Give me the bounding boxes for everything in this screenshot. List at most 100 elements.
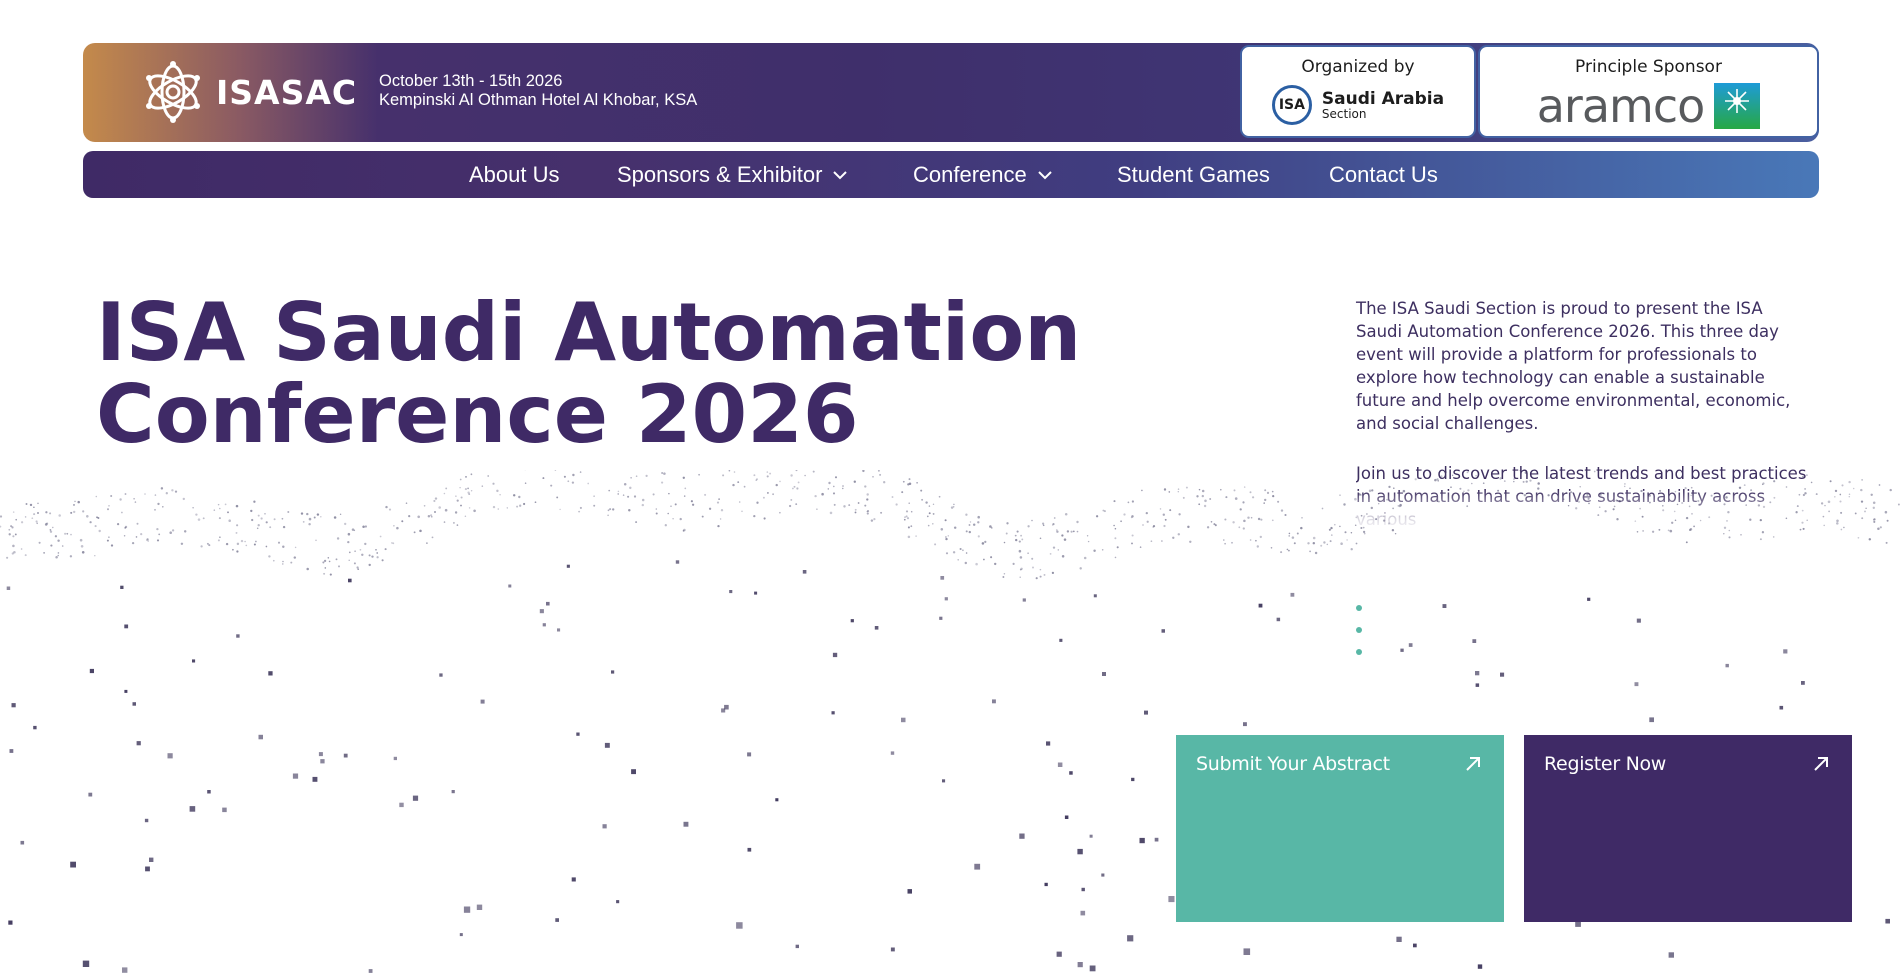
wave-dot — [1018, 540, 1021, 543]
wave-dot — [907, 526, 910, 529]
wave-dot — [604, 742, 610, 748]
wave-dot — [816, 508, 818, 510]
wave-dot — [879, 473, 882, 476]
wave-dot — [1272, 495, 1275, 498]
wave-dot — [831, 711, 835, 715]
wave-dot — [1828, 510, 1830, 513]
wave-dot — [1257, 517, 1261, 521]
wave-dot — [965, 552, 968, 554]
wave-dot — [932, 512, 935, 515]
intro-text: The ISA Saudi Section is proud to presen… — [1356, 297, 1812, 532]
wave-dot — [396, 526, 399, 530]
wave-dot — [1344, 531, 1347, 534]
wave-dot — [12, 544, 15, 548]
wave-dot — [327, 557, 330, 559]
wave-dot — [302, 521, 305, 523]
wave-dot — [348, 551, 351, 554]
wave-dot — [224, 503, 227, 506]
wave-dot — [926, 515, 929, 518]
wave-dot — [61, 545, 64, 547]
wave-dot — [1116, 546, 1119, 549]
wave-dot — [480, 699, 485, 704]
scroll-dot — [1356, 605, 1362, 611]
wave-dot — [964, 561, 968, 565]
nav-item-student-games[interactable]: Student Games — [1117, 151, 1270, 198]
wave-dot — [1247, 516, 1250, 519]
wave-dot — [77, 500, 80, 504]
wave-dot — [1201, 494, 1204, 498]
wave-dot — [953, 503, 955, 506]
wave-dot — [968, 530, 971, 534]
wave-dot — [1343, 503, 1346, 506]
wave-dot — [1886, 519, 1889, 522]
wave-dot — [1723, 533, 1725, 535]
wave-dot — [1046, 741, 1051, 746]
wave-dot — [795, 503, 798, 505]
wave-dot — [883, 481, 886, 484]
wave-dot — [1064, 815, 1069, 819]
wave-dot — [832, 492, 836, 495]
wave-dot — [907, 483, 910, 486]
wave-dot — [156, 539, 160, 542]
wave-dot — [870, 519, 874, 522]
wave-dot — [864, 485, 867, 488]
wave-dot — [672, 518, 674, 520]
wave-dot — [556, 496, 559, 499]
wave-dot — [1027, 525, 1030, 528]
wave-dot — [1032, 566, 1034, 569]
wave-dot — [73, 510, 76, 514]
nav-item-sponsors[interactable]: Sponsors & Exhibitor — [617, 151, 848, 198]
wave-dot — [452, 521, 455, 524]
site-logo[interactable]: ISASAC — [138, 57, 357, 127]
wave-dot — [1039, 575, 1042, 578]
wave-dot — [49, 529, 52, 531]
wave-dot — [86, 515, 89, 518]
wave-dot — [94, 525, 97, 528]
organizer-card[interactable]: Organized by ISA Saudi Arabia Section — [1240, 45, 1476, 138]
wave-dot — [944, 597, 948, 601]
wave-dot — [344, 522, 347, 526]
wave-dot — [1834, 489, 1838, 493]
wave-dot — [393, 524, 395, 527]
sponsor-card[interactable]: Principle Sponsor aramco — [1478, 45, 1819, 138]
wave-dot — [294, 546, 297, 549]
wave-dot — [1873, 520, 1876, 523]
wave-dot — [1270, 547, 1273, 549]
wave-dot — [910, 510, 913, 513]
wave-dot — [20, 521, 24, 524]
wave-dot — [322, 561, 325, 564]
wave-dot — [66, 532, 69, 535]
wave-dot — [1093, 549, 1096, 553]
wave-dot — [1243, 948, 1251, 955]
wave-dot — [1280, 509, 1284, 512]
nav-item-conference[interactable]: Conference — [913, 151, 1053, 198]
wave-dot — [116, 522, 120, 526]
wave-dot — [1057, 762, 1063, 767]
wave-dot — [1203, 504, 1207, 508]
wave-dot — [456, 499, 459, 502]
wave-dot — [974, 863, 981, 870]
wave-dot — [451, 790, 455, 794]
intro-paragraph-2: Join us to discover the latest trends an… — [1356, 464, 1807, 529]
wave-dot — [145, 866, 150, 872]
aramco-star-icon — [1714, 83, 1761, 129]
wave-dot — [282, 560, 284, 563]
scroll-dot — [1356, 649, 1362, 655]
wave-dot — [901, 717, 906, 723]
wave-dot — [70, 511, 73, 514]
wave-dot — [1070, 530, 1073, 533]
wave-dot — [797, 481, 800, 484]
nav-item-about-us[interactable]: About Us — [469, 151, 560, 198]
arrow-up-right-icon — [1814, 757, 1828, 771]
wave-dot — [232, 548, 234, 551]
wave-dot — [928, 505, 931, 507]
wave-dot — [1144, 710, 1148, 715]
register-now-button[interactable]: Register Now — [1524, 735, 1852, 922]
wave-dot — [866, 493, 869, 496]
submit-abstract-button[interactable]: Submit Your Abstract — [1176, 735, 1504, 922]
wave-dot — [779, 511, 781, 514]
wave-dot — [38, 541, 41, 544]
nav-item-contact-us[interactable]: Contact Us — [1329, 151, 1438, 198]
wave-dot — [487, 475, 490, 477]
wave-dot — [245, 544, 248, 547]
